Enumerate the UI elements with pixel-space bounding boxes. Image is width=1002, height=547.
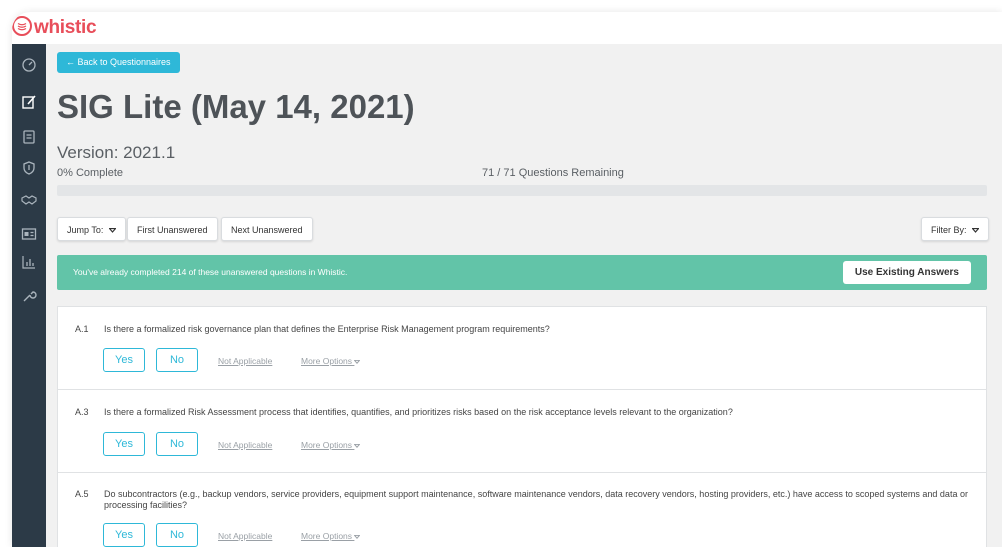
no-button[interactable]: No	[156, 348, 198, 372]
no-button[interactable]: No	[156, 432, 198, 456]
chevron-down-icon	[108, 228, 116, 234]
no-button[interactable]: No	[156, 523, 198, 547]
page-title: SIG Lite (May 14, 2021)	[57, 88, 415, 125]
more-options-link[interactable]: More Options	[301, 440, 361, 450]
profile-card-icon[interactable]	[21, 226, 37, 242]
handshake-icon[interactable]	[21, 192, 37, 208]
chevron-down-icon	[353, 443, 361, 448]
more-options-label: More Options	[301, 356, 353, 366]
chevron-down-icon	[972, 228, 980, 234]
whistic-logo-icon[interactable]	[12, 16, 32, 36]
app-window: whistic ← Back to Questionnaires SIG Lit…	[12, 12, 1002, 547]
jump-to-dropdown[interactable]: Jump To:	[57, 217, 126, 241]
question-number: A.3	[75, 407, 89, 417]
top-bar: whistic	[12, 12, 1002, 44]
question-card: A.1 Is there a formalized risk governanc…	[57, 306, 987, 390]
banner-message: You've already completed 214 of these un…	[73, 267, 348, 277]
bar-chart-icon[interactable]	[21, 254, 37, 270]
version-label: Version: 2021.1	[57, 143, 176, 162]
first-unanswered-button[interactable]: First Unanswered	[127, 217, 218, 241]
filter-by-label: Filter By:	[931, 225, 967, 235]
yes-button[interactable]: Yes	[103, 432, 145, 456]
filter-by-dropdown[interactable]: Filter By:	[921, 217, 990, 241]
not-applicable-link[interactable]: Not Applicable	[218, 531, 272, 541]
question-number: A.5	[75, 489, 89, 499]
yes-button[interactable]: Yes	[103, 523, 145, 547]
wrench-icon[interactable]	[21, 288, 37, 304]
questions-remaining: 71 / 71 Questions Remaining	[482, 167, 624, 179]
question-number: A.1	[75, 324, 89, 334]
percent-complete: 0% Complete	[57, 167, 124, 179]
more-options-link[interactable]: More Options	[301, 531, 361, 541]
not-applicable-link[interactable]: Not Applicable	[218, 440, 272, 450]
more-options-label: More Options	[301, 531, 353, 541]
edit-icon[interactable]	[21, 94, 37, 110]
question-text: Is there a formalized risk governance pl…	[104, 324, 550, 334]
more-options-label: More Options	[301, 440, 353, 450]
existing-answers-banner: You've already completed 214 of these un…	[57, 255, 987, 290]
main-content: ← Back to Questionnaires SIG Lite (May 1…	[46, 44, 1002, 547]
next-unanswered-button[interactable]: Next Unanswered	[221, 217, 313, 241]
brand-name[interactable]: whistic	[34, 17, 97, 39]
shield-icon[interactable]	[21, 160, 37, 176]
progress-bar	[57, 185, 987, 196]
sidebar	[12, 44, 46, 547]
dashboard-icon[interactable]	[21, 56, 37, 72]
back-to-questionnaires-button[interactable]: ← Back to Questionnaires	[57, 52, 180, 73]
question-text: Is there a formalized Risk Assessment pr…	[104, 407, 733, 417]
question-text: Do subcontractors (e.g., backup vendors,…	[104, 489, 968, 510]
yes-button[interactable]: Yes	[103, 348, 145, 372]
chevron-down-icon	[353, 359, 361, 364]
question-card: A.5 Do subcontractors (e.g., backup vend…	[57, 472, 987, 547]
jump-to-label: Jump To:	[67, 225, 104, 235]
question-card: A.3 Is there a formalized Risk Assessmen…	[57, 389, 987, 473]
chevron-down-icon	[353, 534, 361, 539]
use-existing-answers-button[interactable]: Use Existing Answers	[842, 261, 971, 284]
clipboard-icon[interactable]	[21, 129, 37, 145]
not-applicable-link[interactable]: Not Applicable	[218, 356, 272, 366]
more-options-link[interactable]: More Options	[301, 356, 361, 366]
